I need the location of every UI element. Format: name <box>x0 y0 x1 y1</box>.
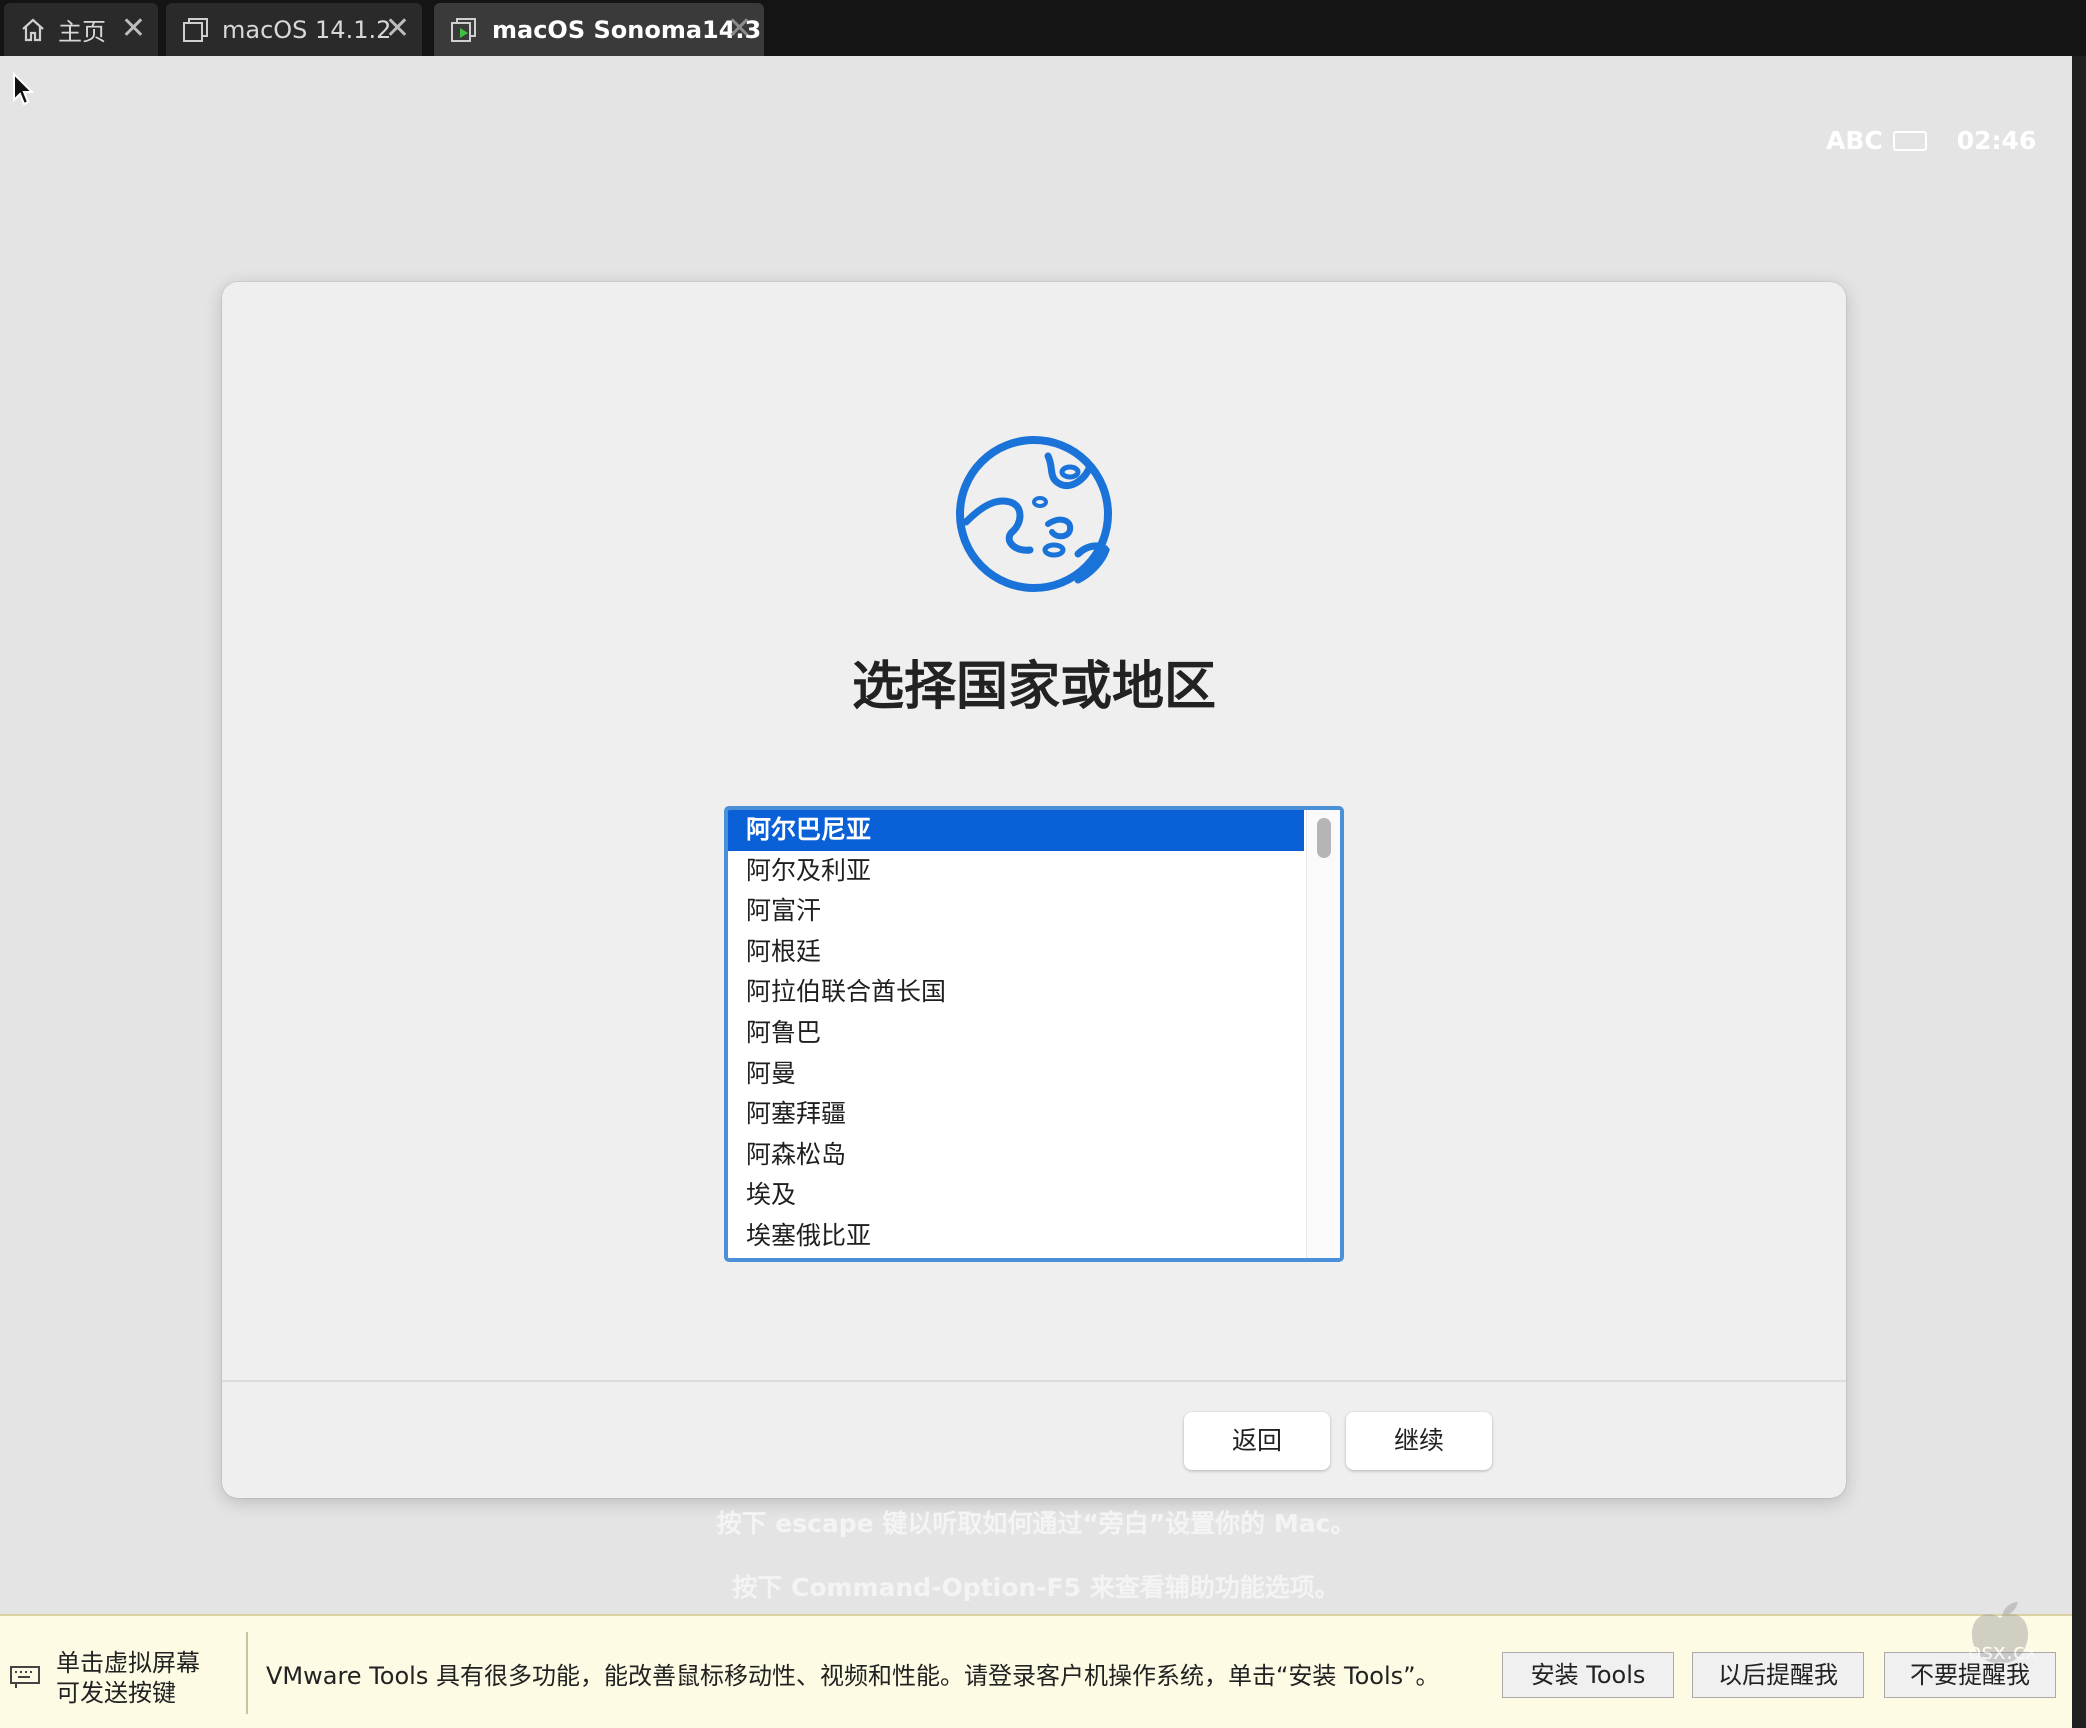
tab-home[interactable]: 主页 ✕ <box>4 3 158 56</box>
country-list-item[interactable]: 阿曼 <box>728 1054 1304 1095</box>
scrollbar-thumb[interactable] <box>1317 818 1331 858</box>
accessibility-hint: 按下 Command-Option-F5 来查看辅助功能选项。 <box>732 1573 1340 1602</box>
close-icon[interactable]: ✕ <box>727 11 752 47</box>
country-list-item[interactable]: 阿富汗 <box>728 891 1304 932</box>
mouse-pointer-icon <box>12 71 36 112</box>
clock: 02:46 <box>1956 126 2037 155</box>
input-source[interactable]: ABC <box>1826 126 1883 155</box>
install-tools-button[interactable]: 安装 Tools <box>1502 1652 1674 1698</box>
vm-tab-bar: 主页 ✕ macOS 14.1.2 ✕ macOS Sonoma14.3 ✕ <box>0 0 2086 56</box>
tab-label: 主页 <box>58 18 106 46</box>
vm-running-icon <box>450 16 480 44</box>
country-list-item[interactable]: 阿塞拜疆 <box>728 1094 1304 1135</box>
country-list-item[interactable]: 埃及 <box>728 1175 1304 1216</box>
dialog-title: 选择国家或地区 <box>851 657 1216 717</box>
country-list-item[interactable]: 阿尔巴尼亚 <box>728 810 1304 851</box>
remind-later-button[interactable]: 以后提醒我 <box>1692 1652 1864 1698</box>
menubar-status: ABC 02:46 <box>1826 126 2036 155</box>
continue-button[interactable]: 继续 <box>1346 1412 1492 1470</box>
setup-dialog: 选择国家或地区 阿尔巴尼亚 阿尔及利亚 阿富汗 阿根廷 阿拉伯联合酋长国 阿鲁巴 阿曼 阿塞拜… <box>222 282 1846 1498</box>
country-list-item[interactable]: 阿拉伯联合酋长国 <box>728 972 1304 1013</box>
keyboard-icon <box>10 1663 40 1693</box>
send-keys-hint[interactable]: 单击虚拟屏幕 可发送按键 <box>10 1648 200 1708</box>
tools-message: VMware Tools 具有很多功能，能改善鼠标移动性、视频和性能。请登录客户… <box>266 1662 1440 1690</box>
country-list-item[interactable]: 阿根廷 <box>728 932 1304 973</box>
keyboard-icon <box>1892 130 1927 151</box>
tab-label: macOS 14.1.2 <box>222 15 392 44</box>
tab-label: macOS Sonoma14.3 <box>492 15 762 44</box>
vm-screen[interactable]: 选择国家或地区 阿尔巴尼亚 阿尔及利亚 阿富汗 阿根廷 阿拉伯联合酋长国 阿鲁巴 阿曼 阿塞拜… <box>0 56 2072 1614</box>
scrollbar[interactable] <box>1306 810 1340 1258</box>
dialog-divider <box>222 1380 1846 1382</box>
country-list-item[interactable]: 阿鲁巴 <box>728 1013 1304 1054</box>
watermark-text: osx.cx <box>1968 1640 2039 1665</box>
vm-icon <box>182 17 210 43</box>
vmware-tools-bar: 单击虚拟屏幕 可发送按键 VMware Tools 具有很多功能，能改善鼠标移动… <box>0 1614 2072 1728</box>
watermark: osx.cx <box>1960 1600 2040 1676</box>
country-list-item[interactable]: 埃塞俄比亚 <box>728 1216 1304 1257</box>
home-icon <box>20 17 46 43</box>
close-icon[interactable]: ✕ <box>121 11 146 47</box>
window-edge <box>2072 56 2086 1728</box>
globe-icon <box>952 432 1116 600</box>
send-keys-line2: 可发送按键 <box>56 1679 176 1707</box>
tab-macos-1412[interactable]: macOS 14.1.2 ✕ <box>166 3 422 56</box>
separator <box>246 1632 248 1714</box>
country-list-item[interactable]: 阿森松岛 <box>728 1135 1304 1176</box>
tab-macos-sonoma[interactable]: macOS Sonoma14.3 ✕ <box>434 3 764 56</box>
back-button[interactable]: 返回 <box>1184 1412 1330 1470</box>
country-list-item[interactable]: 阿尔及利亚 <box>728 851 1304 892</box>
close-icon[interactable]: ✕ <box>385 11 410 47</box>
country-list[interactable]: 阿尔巴尼亚 阿尔及利亚 阿富汗 阿根廷 阿拉伯联合酋长国 阿鲁巴 阿曼 阿塞拜疆 阿森松岛 埃及埃… <box>724 806 1344 1262</box>
send-keys-line1: 单击虚拟屏幕 <box>56 1649 200 1677</box>
voiceover-hint: 按下 escape 键以听取如何通过“旁白”设置你的 Mac。 <box>716 1509 1356 1538</box>
